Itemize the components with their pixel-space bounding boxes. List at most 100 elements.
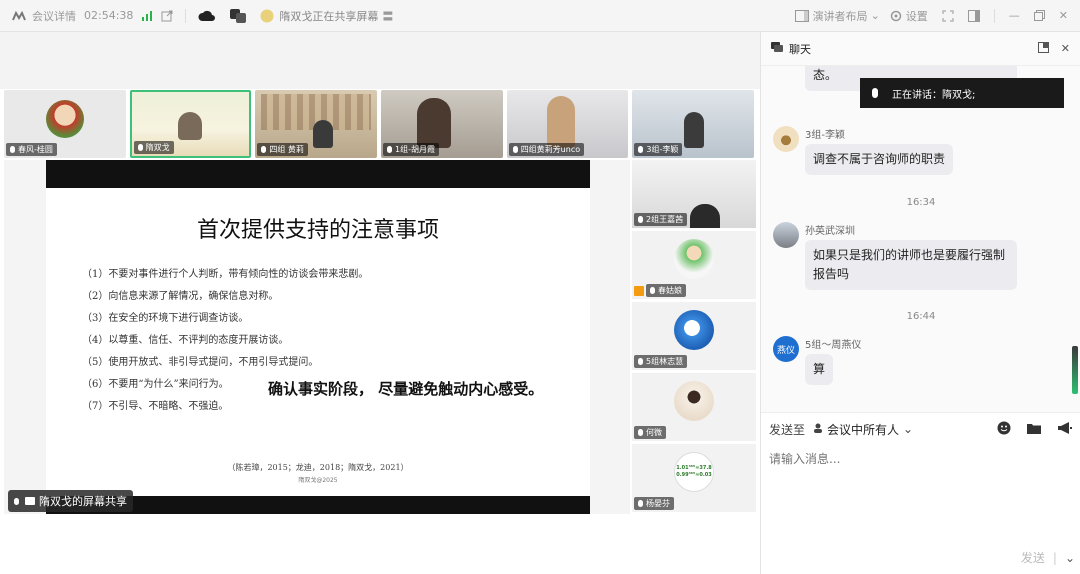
- mic-icon: [638, 216, 643, 223]
- participant-tile[interactable]: 四组 黄莉: [255, 90, 378, 158]
- participant-name: 2组王嘉茜: [646, 215, 684, 224]
- chat-messages: 态。 3组-李颖 调查不属于咨询师的职责 16:34 孙英武深圳 如果只是我们的…: [761, 66, 1080, 412]
- user-icon: [813, 422, 823, 436]
- share-link-icon[interactable]: [161, 10, 173, 22]
- chat-input[interactable]: [769, 449, 1069, 469]
- participant-tile[interactable]: 2组王嘉茜: [632, 160, 756, 228]
- rule-item: （4）以尊重、信任、不评判的态度开展访谈。: [82, 335, 289, 346]
- send-to-label: 发送至: [769, 422, 806, 437]
- participant-name: 隋双戈: [145, 143, 170, 152]
- message-time: 16:44: [906, 311, 936, 322]
- chat-bubble: 如果只是我们的讲师也是要履行强制报告吗: [805, 240, 1017, 290]
- sharing-status: 隋双戈正在共享屏幕: [279, 9, 379, 23]
- slide-citation: （陈若璋，2015；龙迪，2018；隋双戈，2021）: [227, 463, 409, 472]
- emoji-icon[interactable]: [997, 421, 1011, 438]
- mic-icon: [14, 497, 19, 505]
- mic-icon: [10, 146, 15, 153]
- meeting-duration: 02:54:38: [84, 9, 134, 22]
- presentation-slide: 首次提供支持的注意事项 （1）不要对事件进行个人判断，带有倾向性的访谈会带来悲剧…: [46, 160, 590, 514]
- mic-icon: [638, 500, 643, 507]
- minimize-icon[interactable]: —: [1009, 9, 1020, 22]
- layout-button[interactable]: 演讲者布局: [813, 8, 868, 24]
- popout-icon[interactable]: [1037, 41, 1049, 56]
- screen-share-icon: [25, 497, 35, 505]
- participant-name: 四组 黄莉: [269, 145, 304, 154]
- gear-icon[interactable]: [890, 10, 902, 22]
- close-icon[interactable]: ✕: [1061, 42, 1070, 55]
- participant-name: 四组黄莉芳unco: [520, 145, 581, 154]
- mic-icon: [638, 146, 644, 153]
- message-text: 算: [813, 362, 826, 376]
- participant-name: 春姑娘: [658, 286, 682, 295]
- rule-item: （5）使用开放式、非引导式提问，不用引导式提问。: [82, 357, 319, 368]
- title-bar: 会议详情 02:54:38 隋双戈正在共享屏幕 〓 演讲者布局 ⌄ 设置 — ✕: [0, 0, 1080, 32]
- rule-item: （3）在安全的环境下进行调查访谈。: [82, 313, 249, 324]
- participant-name: 杨晏芬: [646, 499, 670, 508]
- participant-tile[interactable]: 3组-李颖: [632, 90, 755, 158]
- meeting-info-button[interactable]: 会议详情: [32, 8, 76, 24]
- fullscreen-icon[interactable]: [942, 10, 954, 22]
- close-icon[interactable]: ✕: [1059, 9, 1068, 22]
- avatar: [773, 126, 799, 152]
- speaking-text: 正在讲话：隋双戈;: [892, 89, 976, 101]
- participant-name: 5组林志慧: [646, 357, 684, 366]
- chat-panel: 聊天 ✕ 态。 3组-李颖 调查不属于咨询师的职责 16:34 孙英武深圳 如果…: [760, 32, 1080, 574]
- person-figure: [313, 120, 334, 148]
- participant-tile[interactable]: 1.01³⁶⁵≈37.8 0.99³⁶⁵≈0.03 杨晏芬: [632, 444, 756, 512]
- message-sender: 5组～周燕仪: [805, 340, 862, 351]
- participant-tile[interactable]: 1组-胡月霞: [381, 90, 503, 158]
- slide-title: 首次提供支持的注意事项: [196, 218, 439, 243]
- avatar: [773, 222, 799, 248]
- layout-icon[interactable]: [794, 9, 809, 22]
- sharer-avatar-icon: [260, 9, 274, 23]
- app-logo-icon: [12, 10, 28, 21]
- avatar-text: 1.01³⁶⁵≈37.8 0.99³⁶⁵≈0.03: [676, 465, 712, 478]
- participant-tile[interactable]: 5组林志慧: [632, 302, 756, 370]
- slide-bar-top: [46, 160, 590, 188]
- avatar-text: 燕仪: [776, 345, 795, 356]
- megaphone-icon[interactable]: [1057, 421, 1073, 437]
- divider: [185, 8, 187, 23]
- volume-meter: [1072, 346, 1078, 394]
- video-top-gap: [0, 32, 760, 89]
- send-button[interactable]: 发送: [1021, 549, 1045, 566]
- avatar: [674, 381, 714, 421]
- sidebar-toggle-icon[interactable]: [967, 9, 980, 22]
- chat-bubble: 调查不属于咨询师的职责: [805, 144, 954, 175]
- avatar: [674, 310, 714, 350]
- mic-icon: [872, 88, 878, 98]
- divider: |: [1052, 550, 1057, 565]
- divider: [993, 8, 995, 23]
- folder-icon[interactable]: [1027, 422, 1041, 437]
- sharing-menu-icon[interactable]: 〓: [382, 8, 393, 24]
- screen-share-name: 隋双戈的屏幕共享: [39, 495, 127, 508]
- settings-button[interactable]: 设置: [906, 8, 928, 24]
- participant-tile[interactable]: 何微: [632, 373, 756, 441]
- mic-icon: [261, 146, 267, 153]
- recipient-select[interactable]: 会议中所有人: [827, 421, 899, 438]
- participant-tile[interactable]: 四组黄莉芳unco: [506, 90, 629, 158]
- mic-icon: [638, 358, 643, 365]
- participant-tile[interactable]: 春姑娘: [632, 231, 756, 299]
- slide-callout: 确认事实阶段， 尽量避免触动内心感受。: [268, 380, 544, 398]
- slide-watermark: 隋双戈@2025: [298, 477, 338, 484]
- participant-tile-active[interactable]: 隋双戈: [129, 90, 252, 158]
- restore-icon[interactable]: [1033, 10, 1045, 21]
- translate-icon[interactable]: [230, 8, 247, 23]
- participant-column: 2组王嘉茜 春姑娘 5组林志慧 何微 1.01³⁶⁵≈37.8 0.99³⁶⁵≈…: [632, 160, 756, 515]
- chevron-down-icon[interactable]: ⌄: [1065, 551, 1075, 565]
- mic-icon: [387, 146, 393, 153]
- message-text: 调查不属于咨询师的职责: [813, 152, 946, 166]
- chevron-down-icon[interactable]: ⌄: [903, 422, 913, 436]
- host-badge-icon: [634, 285, 644, 296]
- person-figure: [546, 96, 575, 148]
- mic-icon: [638, 429, 643, 436]
- participant-name: 1组-胡月霞: [395, 145, 435, 154]
- chevron-down-icon[interactable]: ⌄: [871, 9, 880, 22]
- participant-name: 春风-桂圆: [18, 145, 53, 154]
- speaker-figure: [177, 112, 202, 140]
- chat-icon: [771, 41, 783, 56]
- avatar: [46, 100, 84, 138]
- cloud-record-icon[interactable]: [198, 10, 216, 22]
- participant-tile[interactable]: 春风-桂圆: [4, 90, 126, 158]
